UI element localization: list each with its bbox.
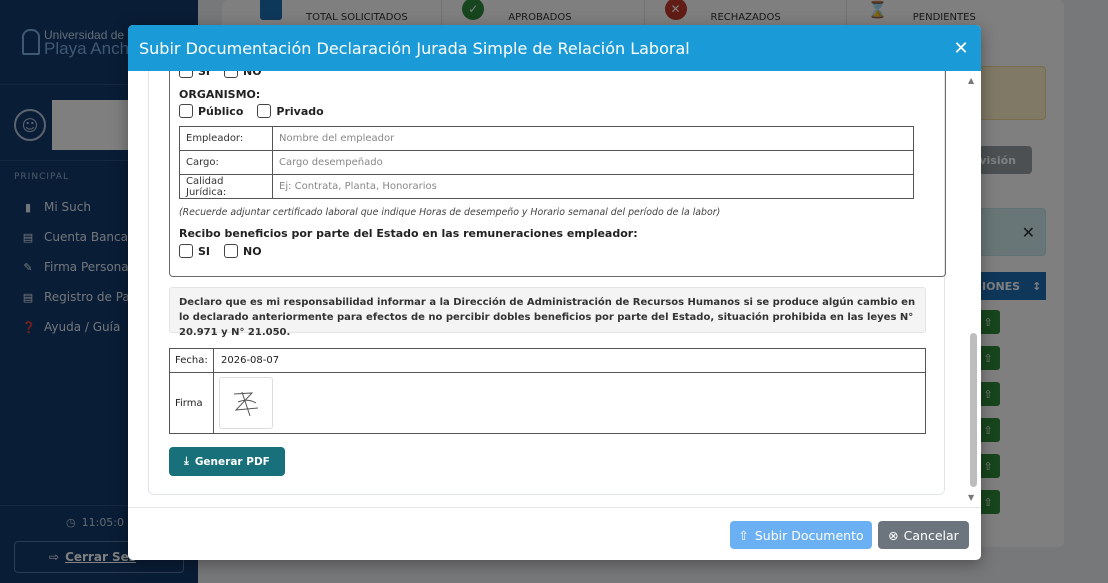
close-icon[interactable]: ✕ <box>952 38 970 59</box>
signature-image <box>219 377 273 429</box>
top-si-no-row: SI NO <box>179 71 262 78</box>
firma-label: Firma <box>169 372 214 434</box>
benefits-options: SI NO <box>179 244 262 258</box>
firma-cell <box>213 372 926 434</box>
benefits-question: Recibo beneficios por parte del Estado e… <box>179 227 638 240</box>
employment-section: SI NO ORGANISMO: Público Privado Emplead… <box>169 71 946 277</box>
cancel-button[interactable]: ⊗ Cancelar <box>878 521 969 549</box>
modal-scrollbar[interactable]: ▲ ▼ <box>965 71 981 507</box>
x-circle-icon: ⊗ <box>888 527 899 543</box>
top-si-checkbox[interactable]: SI <box>179 71 210 78</box>
document-form-card: SI NO ORGANISMO: Público Privado Emplead… <box>148 71 946 495</box>
table-row: Fecha: 2026-08-07 <box>169 348 926 373</box>
upload-document-button[interactable]: ⇧ Subir Documento <box>730 521 872 549</box>
signature-scribble-icon <box>233 391 259 417</box>
calidad-juridica-label: Calidad Jurídica: <box>179 174 273 199</box>
table-row: Firma <box>169 372 926 434</box>
scroll-up-icon[interactable]: ▲ <box>968 76 974 85</box>
upload-icon: ⇧ <box>738 527 749 543</box>
top-no-checkbox[interactable]: NO <box>224 71 262 78</box>
employment-table: Empleador: Nombre del empleador Cargo: C… <box>179 126 914 199</box>
publico-checkbox[interactable]: Público <box>179 104 243 118</box>
organismo-options: Público Privado <box>179 104 324 118</box>
fecha-value: 2026-08-07 <box>213 348 926 373</box>
table-row: Cargo: Cargo desempeñado <box>179 150 914 175</box>
generate-pdf-button[interactable]: ⤓ Generar PDF <box>169 447 285 476</box>
declaration-text: Declaro que es mi responsabilidad inform… <box>169 287 926 338</box>
upload-document-modal: Subir Documentación Declaración Jurada S… <box>128 25 981 560</box>
table-row: Empleador: Nombre del empleador <box>179 126 914 151</box>
modal-header: Subir Documentación Declaración Jurada S… <box>128 25 981 71</box>
modal-body: SI NO ORGANISMO: Público Privado Emplead… <box>128 71 981 507</box>
table-row: Calidad Jurídica: Ej: Contrata, Planta, … <box>179 174 914 199</box>
modal-footer: ⇧ Subir Documento ⊗ Cancelar <box>128 507 981 560</box>
cargo-input[interactable]: Cargo desempeñado <box>272 150 914 175</box>
signature-table: Fecha: 2026-08-07 Firma <box>169 348 926 434</box>
empleador-input[interactable]: Nombre del empleador <box>272 126 914 151</box>
certificate-note: (Recuerde adjuntar certificado laboral q… <box>179 207 721 218</box>
benefits-no-checkbox[interactable]: NO <box>224 244 262 258</box>
scrollbar-thumb[interactable] <box>970 333 977 487</box>
benefits-si-checkbox[interactable]: SI <box>179 244 210 258</box>
privado-checkbox[interactable]: Privado <box>257 104 324 118</box>
calidad-juridica-input[interactable]: Ej: Contrata, Planta, Honorarios <box>272 174 914 199</box>
scroll-down-icon[interactable]: ▼ <box>968 493 974 502</box>
fecha-label: Fecha: <box>169 348 214 373</box>
cargo-label: Cargo: <box>179 150 273 175</box>
empleador-label: Empleador: <box>179 126 273 151</box>
modal-title: Subir Documentación Declaración Jurada S… <box>139 38 690 58</box>
download-icon: ⤓ <box>184 455 189 467</box>
organismo-label: ORGANISMO: <box>179 88 261 101</box>
